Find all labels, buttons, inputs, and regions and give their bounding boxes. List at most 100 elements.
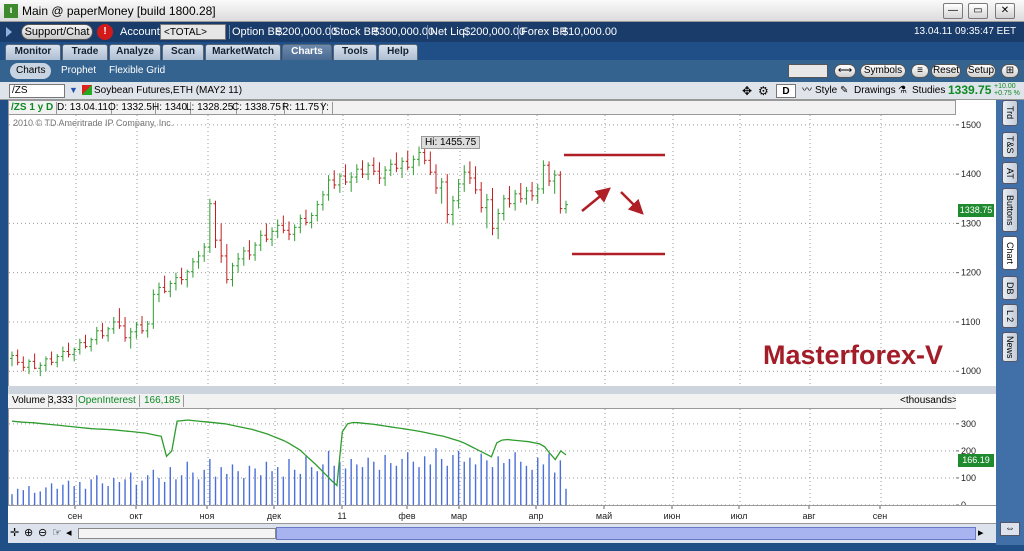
candle (371, 157, 376, 176)
candle (15, 349, 20, 366)
candle (394, 152, 399, 173)
volume-chart[interactable] (8, 394, 957, 506)
candle (173, 272, 178, 291)
candle (49, 351, 54, 366)
tab-marketwatch[interactable]: MarketWatch (205, 44, 281, 60)
candle (332, 170, 337, 189)
month-label: дек (267, 511, 281, 521)
option-bp-label: Option BP (232, 26, 283, 38)
candle (337, 173, 342, 193)
right-tab-l2[interactable]: L 2 (1002, 304, 1018, 328)
right-tab-db[interactable]: DB (1002, 276, 1018, 300)
candle (258, 230, 263, 251)
studies-icon[interactable]: ⚗ (898, 84, 907, 98)
candle (162, 275, 167, 294)
drawings-button[interactable]: Drawings (854, 84, 896, 98)
account-bar: Support/Chat ! Account <TOTAL> (A... Opt… (0, 22, 1024, 54)
zoom-out-icon[interactable]: ⊖ (38, 526, 47, 539)
account-select[interactable]: <TOTAL> (A... (160, 24, 226, 54)
close-button[interactable]: ✕ (995, 3, 1015, 19)
expand-arrow-icon[interactable] (6, 27, 12, 37)
candle (564, 200, 568, 214)
crosshair-icon[interactable]: ✥ (742, 84, 752, 98)
candle (140, 316, 145, 334)
month-label: фев (398, 511, 415, 521)
price-tick-label: 1200 (961, 268, 981, 278)
price-chart[interactable]: 2010 © TD Ameritrade IP Company, Inc. Hi… (8, 115, 957, 386)
right-side-panel: Trd T&S AT Buttons Chart DB L 2 News ⇔ (996, 100, 1024, 545)
month-label: апр (529, 511, 544, 521)
chart-scrollbar[interactable]: ✛ ⊕ ⊖ ☞ ◂ ▸ (8, 523, 996, 543)
time-axis: сен окт ноя дек 11 фев мар апр май июн июл авг сен (8, 505, 996, 523)
minimize-button[interactable]: — (943, 3, 963, 19)
reset-button[interactable]: Reset (931, 64, 961, 78)
tab-monitor[interactable]: Monitor (5, 44, 61, 60)
right-tab-at[interactable]: AT (1002, 162, 1018, 184)
grid-layout-icon[interactable] (788, 64, 828, 78)
scroll-track[interactable] (78, 528, 276, 539)
tab-trade[interactable]: Trade (62, 44, 108, 60)
tab-tools[interactable]: Tools (333, 44, 377, 60)
hand-icon[interactable]: ☞ (52, 526, 62, 539)
candle (275, 219, 280, 239)
move-icon[interactable]: ✛ (10, 526, 19, 539)
panel-expand-icon[interactable]: ⇔ (1000, 522, 1020, 536)
candle (388, 159, 393, 177)
scroll-right-icon[interactable]: ▸ (978, 526, 984, 539)
symbols-button[interactable]: Symbols (860, 64, 906, 78)
style-button[interactable]: Style (815, 84, 837, 98)
candle (43, 356, 48, 372)
tab-charts[interactable]: Charts (282, 44, 332, 60)
tab-analyze[interactable]: Analyze (109, 44, 161, 60)
settings-dots-icon[interactable]: ≡ (911, 64, 929, 78)
candle (202, 243, 207, 262)
subtab-flexible-grid[interactable]: Flexible Grid (103, 63, 171, 79)
candle (123, 317, 128, 342)
month-label: окт (129, 511, 142, 521)
month-label: 11 (337, 511, 346, 521)
symbol-description: Soybean Futures,ETH (MAY2 11) (94, 85, 243, 96)
subtab-charts[interactable]: Charts (10, 63, 52, 79)
studies-button[interactable]: Studies (912, 84, 945, 98)
symbol-input[interactable]: /ZS (9, 84, 65, 98)
period-d-button[interactable]: D (776, 84, 796, 98)
volume-value: 3,333 (48, 395, 78, 407)
volume-tick-label: 300 (961, 419, 976, 429)
month-label: июл (731, 511, 748, 521)
candle (303, 209, 308, 226)
candle (383, 166, 388, 186)
tab-scan[interactable]: Scan (162, 44, 204, 60)
pencil-icon[interactable]: ✎ (840, 84, 848, 98)
subtab-prophet[interactable]: Prophet (55, 63, 102, 79)
grid-icon[interactable]: ⊞ (1001, 64, 1019, 78)
right-tab-news[interactable]: News (1002, 332, 1018, 362)
candle (196, 250, 201, 269)
right-tab-ts[interactable]: T&S (1002, 132, 1018, 158)
tab-help[interactable]: Help (378, 44, 418, 60)
symbol-dropdown-icon[interactable]: ▼ (69, 85, 78, 95)
symbol-bar: /ZS ▼ Soybean Futures,ETH (MAY2 11) ✥ ⚙ … (0, 82, 1024, 100)
price-axis: 1000 1100 1200 1300 1400 1500 1338.75 (956, 100, 996, 390)
zoom-in-icon[interactable]: ⊕ (24, 526, 33, 539)
month-label: ноя (200, 511, 215, 521)
wrench-icon[interactable]: ⚙ (758, 84, 769, 98)
candle (281, 215, 286, 234)
maximize-button[interactable]: ▭ (968, 3, 988, 19)
candle (315, 200, 320, 222)
month-label: июн (664, 511, 681, 521)
main-tabs: Monitor Trade Analyze Scan MarketWatch C… (0, 42, 1024, 60)
scroll-thumb[interactable] (276, 527, 976, 540)
candle (270, 227, 275, 247)
style-icon[interactable]: 〰 (802, 84, 812, 98)
support-chat-button[interactable]: Support/Chat (21, 24, 93, 40)
right-tab-chart[interactable]: Chart (1002, 236, 1018, 270)
right-tab-trd[interactable]: Trd (1002, 100, 1018, 126)
alert-icon[interactable]: ! (97, 24, 113, 40)
price-tick-label: 1300 (961, 218, 981, 228)
scroll-left-icon[interactable]: ◂ (66, 526, 72, 539)
ohlc-range: R: 11.75 (282, 102, 324, 114)
right-tab-buttons[interactable]: Buttons (1002, 188, 1018, 232)
link-icon[interactable]: ⟷ (834, 64, 856, 78)
volume-axis: 0 100 200 300 166.19 (956, 394, 996, 510)
setup-button[interactable]: Setup (966, 64, 996, 78)
